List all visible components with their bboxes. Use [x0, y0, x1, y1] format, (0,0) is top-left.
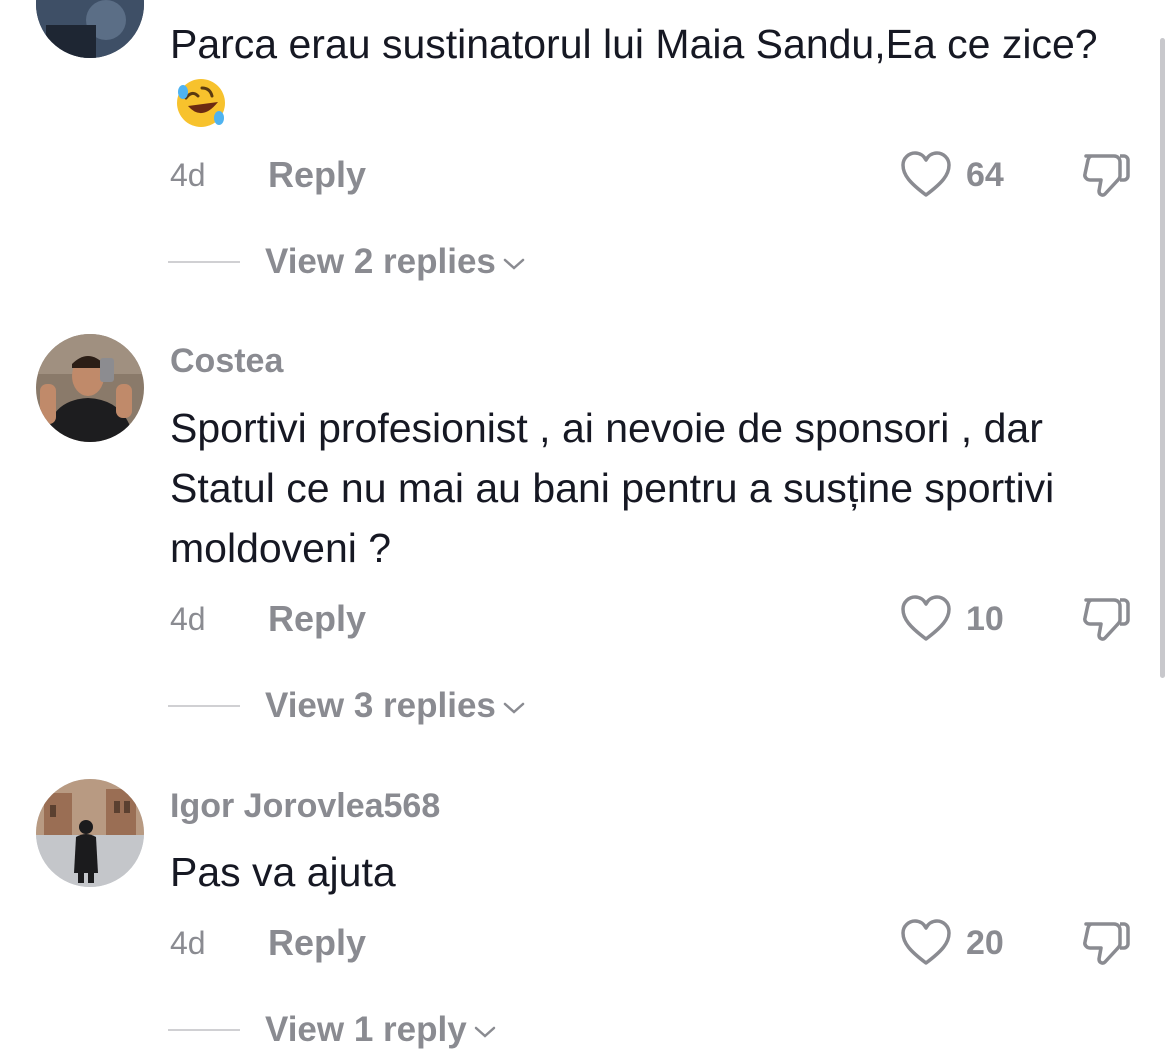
avatar[interactable]: [36, 334, 144, 442]
like-count: 10: [966, 600, 1004, 638]
avatar-image: [36, 779, 144, 887]
avatar-image: [36, 334, 144, 442]
avatar[interactable]: [36, 779, 144, 887]
comment-username[interactable]: Igor Jorovlea568: [170, 786, 440, 826]
thumbs-down-icon[interactable]: [1080, 592, 1132, 644]
comment-username[interactable]: Costea: [170, 341, 283, 381]
view-replies-label: View 1 reply: [265, 1010, 467, 1049]
view-replies-label: View 3 replies: [265, 686, 496, 725]
heart-outline-icon[interactable]: [900, 150, 952, 200]
thumbs-down-icon[interactable]: [1080, 916, 1132, 968]
chevron-down-icon: [474, 1026, 495, 1038]
comment-timestamp: 4d: [170, 157, 206, 193]
replies-divider: [168, 1029, 240, 1031]
comment-timestamp: 4d: [170, 601, 206, 637]
avatar[interactable]: [36, 0, 144, 58]
view-replies-button[interactable]: View 3 replies: [265, 686, 526, 726]
comment-text: Pas va ajuta: [170, 849, 396, 895]
view-replies-label: View 2 replies: [265, 242, 496, 281]
comment-timestamp: 4d: [170, 925, 206, 961]
like-count: 20: [966, 924, 1004, 962]
chevron-down-icon: [503, 702, 525, 714]
reply-button[interactable]: Reply: [268, 599, 366, 639]
heart-outline-icon[interactable]: [900, 594, 952, 644]
view-replies-button[interactable]: View 1 reply: [265, 1010, 497, 1050]
heart-outline-icon[interactable]: [900, 918, 952, 968]
rolling-on-floor-laughing-emoji: [177, 79, 225, 127]
reply-button[interactable]: Reply: [268, 923, 366, 963]
chevron-down-icon: [503, 258, 525, 270]
replies-divider: [168, 261, 240, 263]
view-replies-button[interactable]: View 2 replies: [265, 242, 526, 282]
scrollbar[interactable]: [1160, 38, 1165, 678]
thumbs-down-icon[interactable]: [1080, 148, 1132, 200]
comment-text: Sportivi profesionist , ai nevoie de spo…: [170, 405, 1055, 571]
replies-divider: [168, 705, 240, 707]
avatar-image: [36, 0, 144, 58]
reply-button[interactable]: Reply: [268, 155, 366, 195]
like-count: 64: [966, 156, 1004, 194]
comment-text: Parca erau sustinatorul lui Maia Sandu,E…: [170, 14, 1130, 134]
